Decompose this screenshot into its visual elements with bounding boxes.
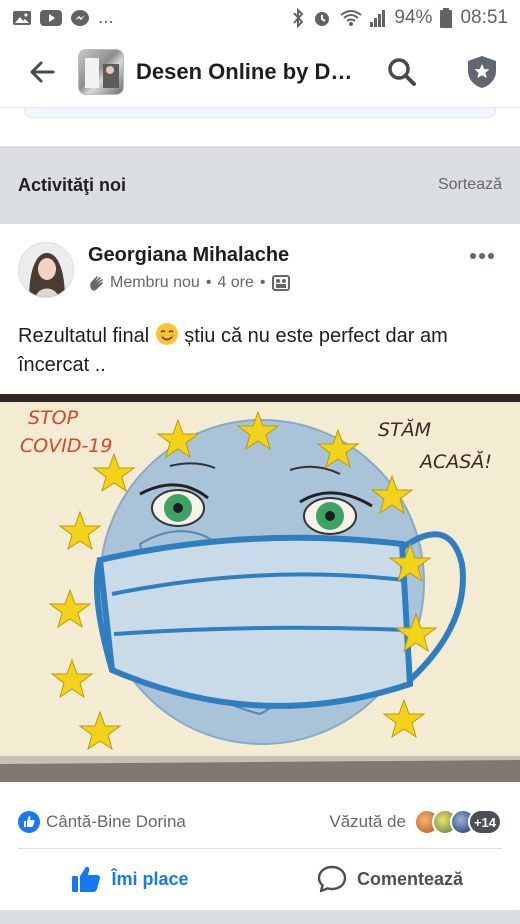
thumbs-up-icon [72,866,101,892]
badge-label: Membru nou [110,274,200,291]
seen-by-avatars: +14 [413,809,502,835]
alarm-icon [312,8,332,28]
meta-separator: • [259,274,266,291]
app-bar: Desen Online by D… [0,36,520,108]
messenger-icon [70,9,90,27]
post-meta: Membru nou • 4 ore • [88,274,290,292]
new-activity-header: Activităţi noi Sortează [0,146,520,224]
post-time[interactable]: 4 ore [217,274,253,292]
sort-button[interactable]: Sortează [438,176,502,194]
back-arrow-icon [30,61,55,82]
status-bar: ... 94% 08:51 [0,0,520,36]
more-dots-icon [470,253,494,259]
author-name[interactable]: Georgiana Mihalache [88,244,289,267]
signal-icon [370,9,386,27]
wave-hand-icon [90,276,103,291]
group-audience-icon [271,275,290,291]
post-card: Georgiana Mihalache Membru nou • 4 ore •… [0,224,520,924]
new-member-badge[interactable]: Membru nou [88,274,200,292]
like-summary[interactable]: Cântă-Bine Dorina [18,811,186,833]
wifi-icon [340,9,363,27]
like-label: Îmi place [111,868,189,889]
post-actions: Îmi place Comentează [0,850,520,908]
feed-separator [0,910,520,924]
smiling-face-emoji-icon [155,323,178,345]
search-button[interactable] [382,52,422,92]
search-icon [388,58,416,86]
seen-by[interactable]: Văzută de +14 [329,809,502,835]
section-title: Activităţi noi [18,174,127,195]
battery-percent: 94% [394,7,433,28]
status-overflow: ... [98,7,114,28]
group-thumbnail[interactable] [78,48,124,95]
post-text-start: Rezultatul final [18,325,150,347]
post-options-button[interactable] [462,242,502,270]
comment-label: Comentează [356,868,464,889]
post-text: Rezultatul final știu că nu este perfect… [18,322,498,380]
gallery-icon [12,9,32,27]
drawing-caption-stam: STĂM [378,418,431,441]
battery-icon [440,8,453,28]
reactions-row: Cântă-Bine Dorina Văzută de +14 [0,802,520,842]
seen-extra-count: +14 [467,809,502,835]
actions-divider [18,848,502,849]
post-photo[interactable]: STOP COVID-19 STĂM ACASĂ! [0,394,520,782]
bluetooth-icon [292,8,304,28]
seen-by-label: Văzută de [329,812,406,831]
comment-bubble-icon [317,865,347,893]
admin-tools-button[interactable] [462,52,502,92]
liked-by-name: Cântă-Bine Dorina [46,812,186,831]
drawing-caption-covid: COVID-19 [20,435,113,457]
comment-button[interactable]: Comentează [260,850,520,908]
youtube-icon [40,10,62,26]
drawing-caption-stop: STOP [28,407,79,429]
clock: 08:51 [460,7,508,28]
shield-star-icon [468,56,496,88]
drawing-caption-acasa: ACASĂ! [418,450,492,473]
author-avatar[interactable] [18,242,74,298]
like-button[interactable]: Îmi place [0,850,260,908]
meta-separator: • [205,274,212,291]
group-title[interactable]: Desen Online by D… [136,59,366,85]
back-button[interactable] [22,52,62,92]
previous-card-edge [0,108,520,146]
like-reaction-icon [18,811,40,833]
